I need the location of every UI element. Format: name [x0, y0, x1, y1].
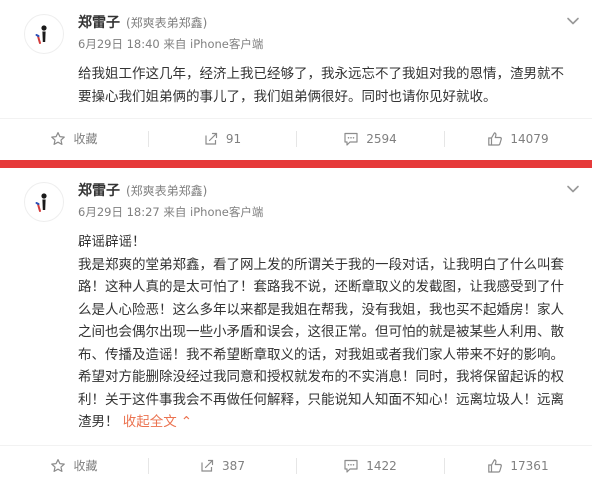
action-bar: 收藏 387 1422 17361 — [0, 445, 592, 485]
post-body: 给我姐工作这几年，经济上我已经够了，我永远忘不了我姐对我的恩情，渣男就不要操心我… — [78, 66, 564, 105]
like-icon — [488, 131, 503, 146]
repost-count: 387 — [222, 458, 245, 473]
post-body: 我是郑爽的堂弟郑鑫，看了网上发的所谓关于我的一段对话，让我明白了什么叫套路！这种… — [78, 254, 568, 434]
post-meta: 6月29日 18:40 来自 iPhone客户端 — [78, 37, 264, 51]
avatar-icon — [24, 182, 64, 222]
author-remark: (郑爽表弟郑鑫) — [126, 184, 208, 198]
comment-icon — [344, 459, 358, 473]
author-name[interactable]: 郑雷子 — [78, 12, 120, 32]
chevron-down-icon[interactable] — [566, 182, 580, 196]
post-header: 郑雷子 (郑爽表弟郑鑫) 6月29日 18:40 来自 iPhone客户端 — [78, 12, 562, 52]
post-header: 郑雷子 (郑爽表弟郑鑫) 6月29日 18:27 来自 iPhone客户端 — [78, 180, 562, 220]
post-text: 给我姐工作这几年，经济上我已经够了，我永远忘不了我姐对我的恩情，渣男就不要操心我… — [78, 63, 568, 108]
chevron-up-icon[interactable]: ⌃ — [181, 411, 192, 434]
author-name[interactable]: 郑雷子 — [78, 180, 120, 200]
star-icon — [51, 458, 66, 472]
star-icon — [51, 131, 66, 145]
favorite-button[interactable]: 收藏 — [0, 446, 148, 485]
avatar-icon — [24, 14, 64, 54]
author-remark: (郑爽表弟郑鑫) — [126, 16, 208, 30]
post-text: 辟谣辟谣！ 我是郑爽的堂弟郑鑫，看了网上发的所谓关于我的一段对话，让我明白了什么… — [78, 231, 568, 434]
action-bar: 收藏 91 2594 14079 — [0, 118, 592, 158]
comment-button[interactable]: 2594 — [296, 119, 444, 158]
like-button[interactable]: 14079 — [444, 119, 592, 158]
post-meta: 6月29日 18:27 来自 iPhone客户端 — [78, 205, 264, 219]
favorite-button[interactable]: 收藏 — [0, 119, 148, 158]
like-count: 17361 — [510, 458, 549, 473]
favorite-label: 收藏 — [73, 459, 98, 473]
comment-button[interactable]: 1422 — [296, 446, 444, 485]
post-headline: 辟谣辟谣！ — [78, 234, 146, 250]
comment-count: 1422 — [366, 458, 397, 473]
like-count: 14079 — [510, 131, 549, 146]
favorite-label: 收藏 — [73, 132, 98, 146]
comment-icon — [344, 132, 358, 146]
weibo-post-2: 郑雷子 (郑爽表弟郑鑫) 6月29日 18:27 来自 iPhone客户端 辟谣… — [0, 168, 592, 485]
repost-button[interactable]: 91 — [148, 119, 296, 158]
like-icon — [488, 458, 503, 473]
post-body-text: 我是郑爽的堂弟郑鑫，看了网上发的所谓关于我的一段对话，让我明白了什么叫套路！这种… — [78, 256, 564, 431]
repost-button[interactable]: 387 — [148, 446, 296, 485]
repost-icon — [201, 459, 214, 472]
avatar[interactable] — [24, 14, 64, 54]
repost-count: 91 — [225, 131, 242, 146]
like-button[interactable]: 17361 — [444, 446, 592, 485]
weibo-post-1: 郑雷子 (郑爽表弟郑鑫) 6月29日 18:40 来自 iPhone客户端 给我… — [0, 0, 592, 160]
avatar[interactable] — [24, 182, 64, 222]
comment-count: 2594 — [366, 131, 397, 146]
chevron-down-icon[interactable] — [566, 14, 580, 28]
collapse-link[interactable]: 收起全文 — [123, 414, 177, 430]
post-divider — [0, 160, 592, 168]
repost-icon — [205, 132, 217, 145]
